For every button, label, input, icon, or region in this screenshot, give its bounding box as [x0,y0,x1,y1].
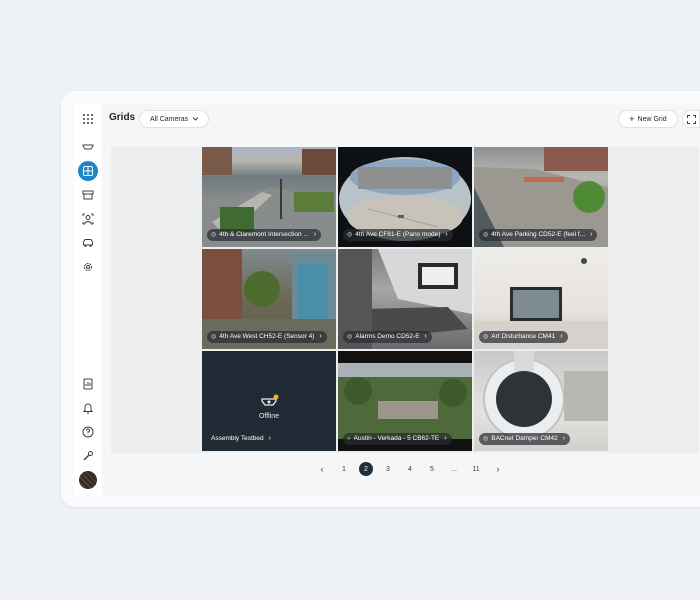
offline-status: Offline [258,413,280,420]
camera-tile[interactable]: ◎ 4th Ave West CH52-E (Sensor 4) › [202,249,336,349]
page-5[interactable]: 5 [425,462,439,476]
page-2-current[interactable]: 2 [359,462,373,476]
filter-label: All Cameras [150,115,189,123]
camera-tile-label: ● Austin - Verkada - 5 CB62-TE › [343,433,452,445]
grids-icon[interactable] [78,161,98,181]
expand-icon [686,114,696,124]
chevron-right-icon: › [424,333,427,340]
camera-tile[interactable]: ◎ Art Disturbance CM41 › [474,249,608,349]
prev-page-button[interactable]: ‹ [315,462,329,476]
avatar[interactable] [79,471,97,489]
camera-tile[interactable]: ◎ 4th & Claremont Intersection ... › [202,147,336,247]
archive-icon[interactable] [80,187,96,203]
offline-camera-icon [261,394,279,406]
camera-tile-label: Assembly Testbed › [207,433,276,445]
vehicle-icon[interactable] [80,235,96,251]
camera-tile[interactable]: ◎ Alarms Demo CD52-E › [338,249,472,349]
camera-icon: ◎ [483,436,489,442]
camera-filter-dropdown[interactable]: All Cameras [139,110,209,128]
sidebar [74,103,102,495]
camera-tile[interactable]: ● Austin - Verkada - 5 CB62-TE › [338,351,472,451]
camera-icon: ◎ [347,232,353,238]
chevron-right-icon: › [313,231,317,238]
camera-tile[interactable]: ◎ BACnet Damper CM42 › [474,351,608,451]
page-4[interactable]: 4 [403,462,417,476]
chevron-down-icon [192,115,199,124]
camera-icon: ◎ [211,334,217,340]
camera-icon: ◎ [211,232,217,238]
page-ellipsis: ... [451,465,457,473]
camera-icon: ◎ [483,232,489,238]
green-dot-icon: ● [347,436,351,442]
page-title: Grids [109,112,136,123]
chevron-right-icon: › [319,333,322,340]
chevron-right-icon: › [590,231,593,238]
camera-tile-label: ◎ 4th Ave CF81-E (Pano mode) › [343,229,453,241]
chevron-right-icon: › [445,231,448,238]
camera-tile-label: ◎ BACnet Damper CM42 › [479,433,571,445]
camera-tile-label: ◎ Alarms Demo CD52-E › [343,331,432,343]
chevron-right-icon: › [562,435,566,442]
camera-tile[interactable]: ◎ 4th Ave CF81-E (Pano mode) › [338,147,472,247]
camera-tile-label: ◎ 4th & Claremont Intersection ... › [207,229,322,241]
camera-tile-label: ◎ 4th Ave Parking CD52-E (feel f... › [479,229,598,241]
chevron-right-icon: › [268,435,271,442]
bell-icon[interactable] [80,400,96,416]
page-3[interactable]: 3 [381,462,395,476]
help-icon[interactable] [80,424,96,440]
page-1[interactable]: 1 [337,462,351,476]
page-11[interactable]: 11 [469,462,483,476]
people-icon[interactable] [80,211,96,227]
settings-icon[interactable] [80,259,96,275]
camera-icon[interactable] [80,139,96,155]
apps-grid-icon[interactable] [80,111,96,127]
new-grid-label: New Grid [637,115,667,123]
camera-icon: ◎ [347,334,353,340]
chevron-right-icon: › [444,435,447,442]
chevron-right-icon: › [560,333,563,340]
next-page-button[interactable]: › [491,462,505,476]
pagination: ‹ 1 2 3 4 5 ... 11 › [311,462,509,476]
fullscreen-button[interactable] [682,110,700,128]
plus-icon: + [629,113,635,124]
reports-icon[interactable] [80,376,96,392]
camera-tile-label: ◎ 4th Ave West CH52-E (Sensor 4) › [207,331,327,343]
camera-icon: ◎ [483,334,489,340]
new-grid-button[interactable]: + New Grid [618,110,678,128]
camera-tile-label: ◎ Art Disturbance CM41 › [479,331,568,343]
camera-tile[interactable]: ◎ 4th Ave Parking CD52-E (feel f... › [474,147,608,247]
tools-icon[interactable] [80,448,96,464]
camera-tile-offline[interactable]: Offline Assembly Testbed › [202,351,336,451]
